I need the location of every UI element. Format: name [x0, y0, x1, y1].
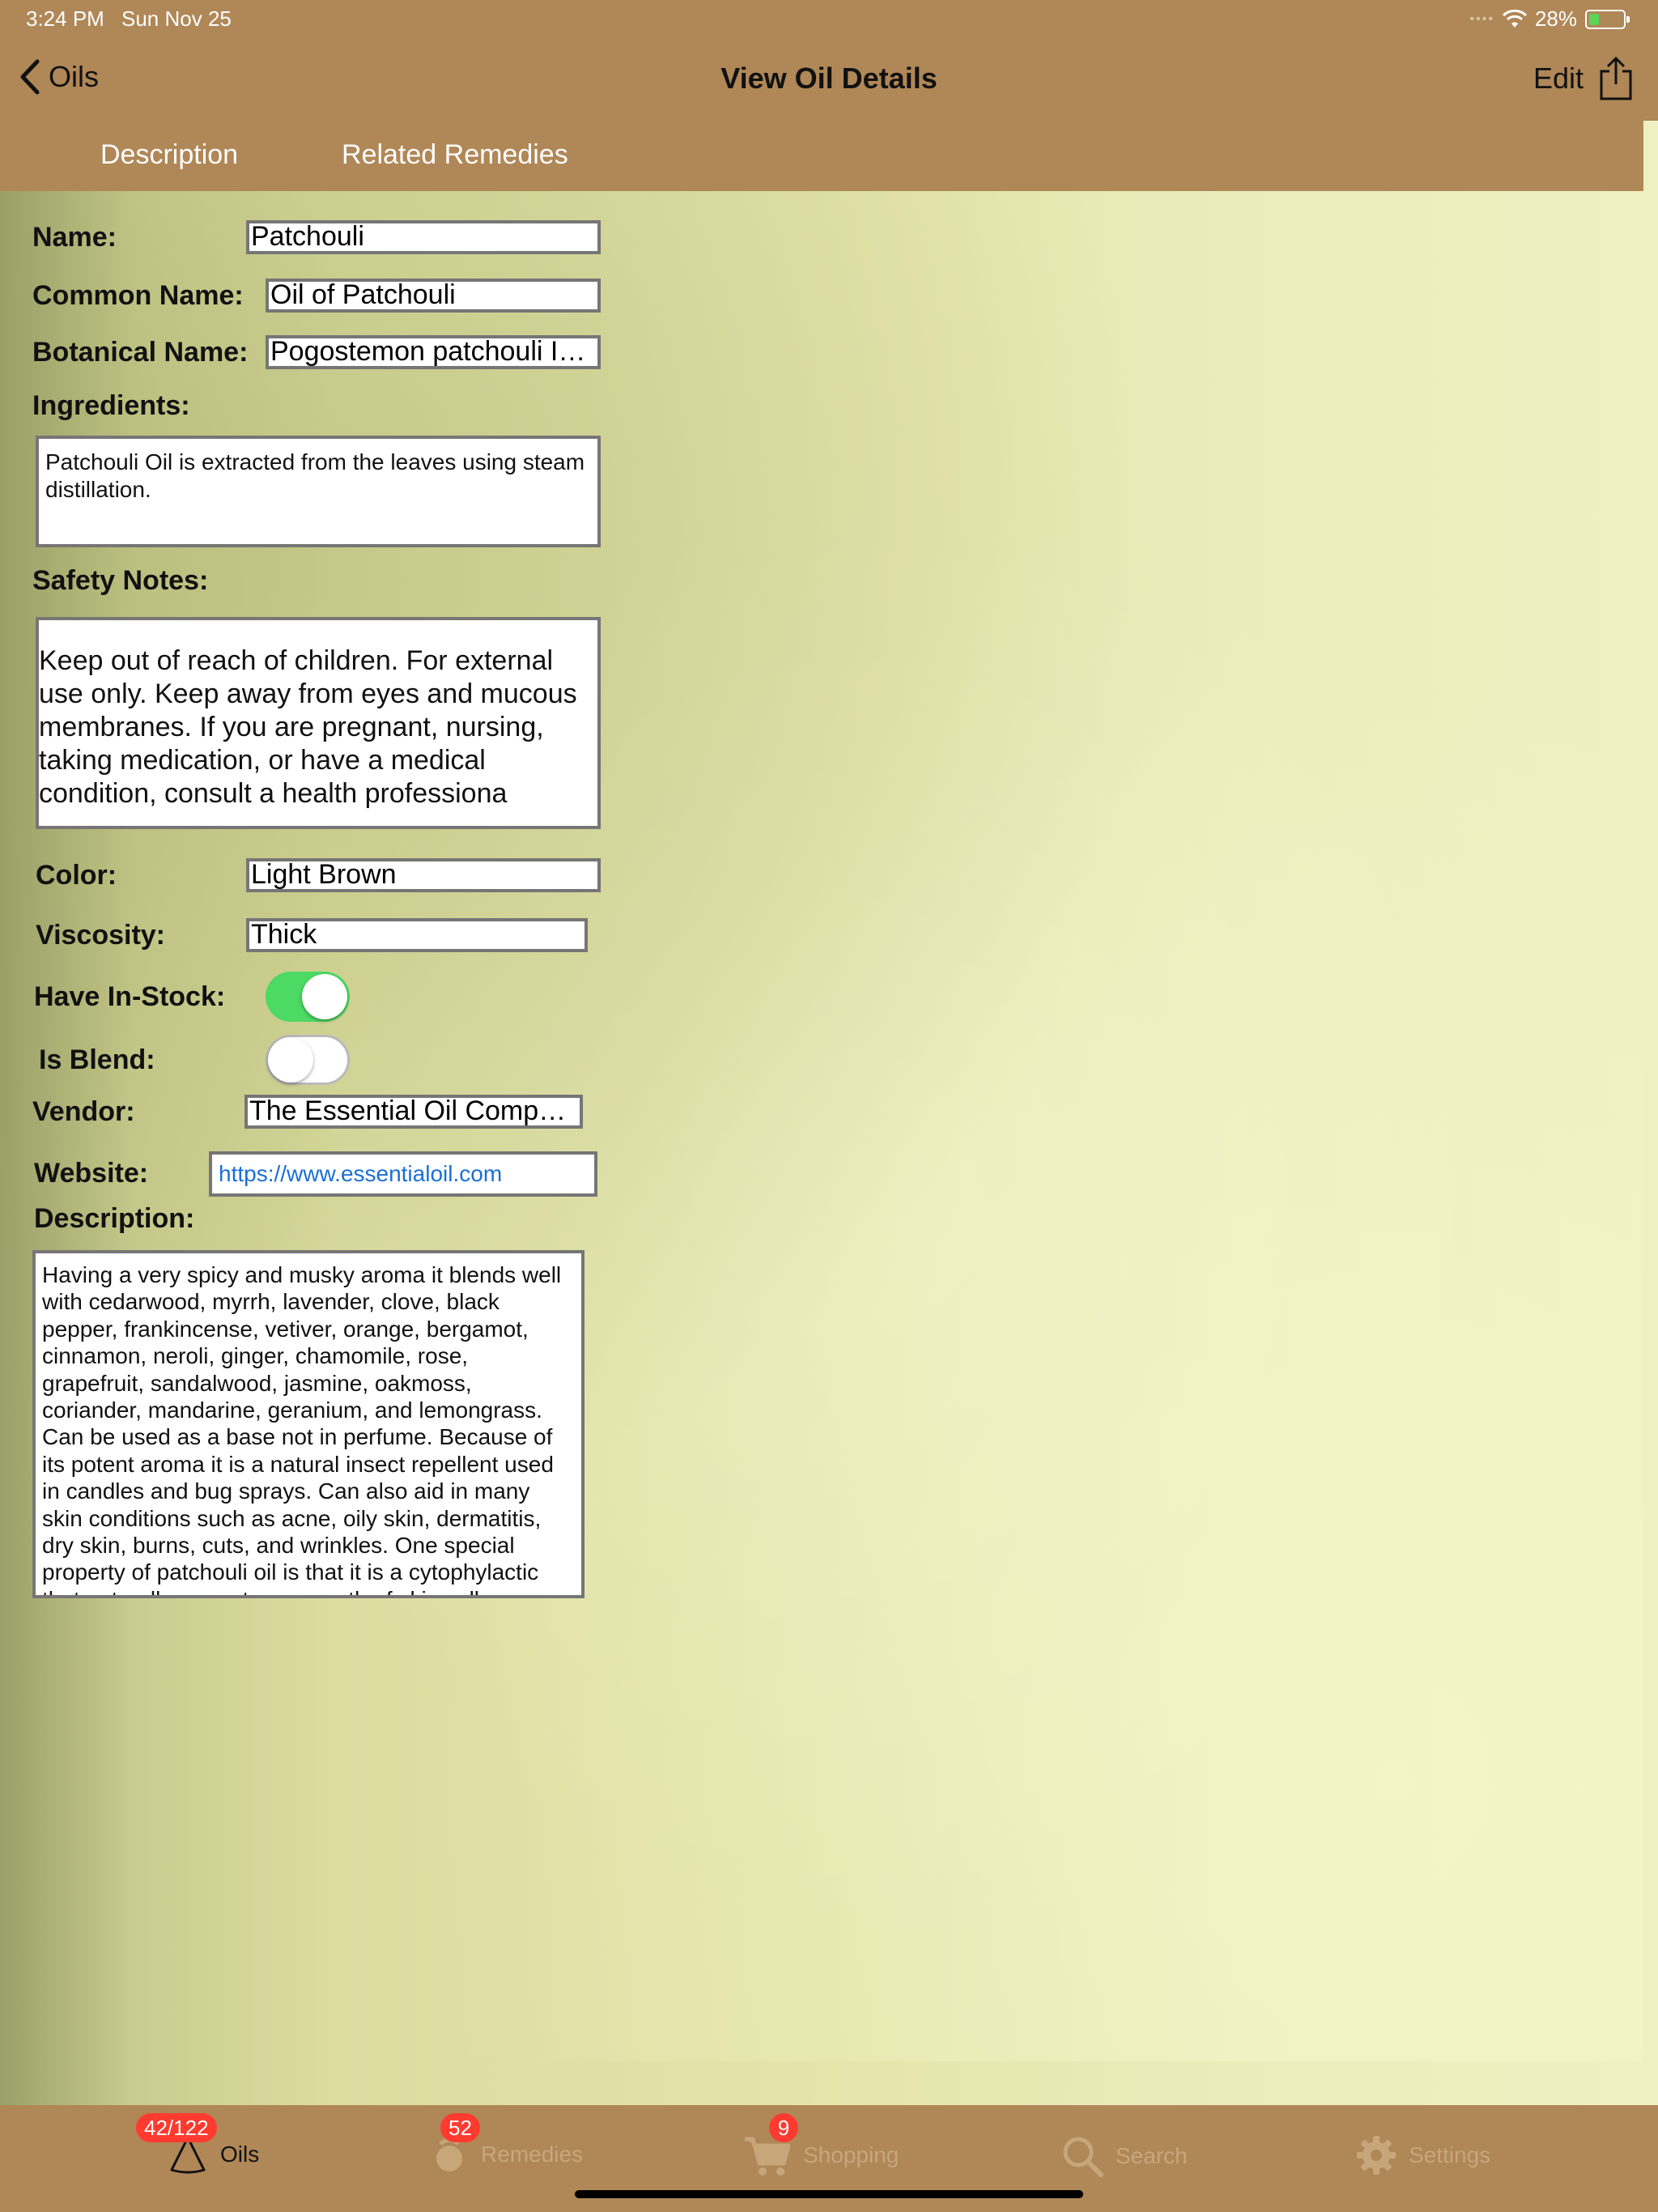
is-blend-toggle[interactable] — [266, 1035, 350, 1085]
tabbar-item-shopping[interactable]: Shopping — [743, 2134, 899, 2176]
ingredients-label: Ingredients: — [32, 390, 190, 421]
ingredients-textarea[interactable]: Patchouli Oil is extracted from the leav… — [36, 436, 601, 547]
description-label: Description: — [34, 1203, 195, 1234]
safety-notes-label: Safety Notes: — [32, 565, 209, 596]
tab-related-remedies[interactable]: Related Remedies — [342, 139, 568, 171]
tabbar-label: Settings — [1409, 2142, 1491, 2167]
viscosity-field[interactable]: Thick — [246, 918, 588, 952]
status-date: Sun Nov 25 — [121, 6, 232, 31]
botanical-name-field[interactable]: Pogostemon patchouli In... — [266, 335, 601, 369]
website-field[interactable]: https://www.essentialoil.com — [209, 1151, 597, 1197]
status-time: 3:24 PM — [26, 6, 104, 31]
wifi-icon — [1502, 9, 1527, 28]
toggle-knob — [268, 1037, 313, 1083]
description-textarea[interactable]: Having a very spicy and musky aroma it b… — [32, 1250, 585, 1598]
shopping-badge: 9 — [769, 2113, 798, 2142]
tabbar-label: Remedies — [481, 2142, 584, 2167]
name-label: Name: — [32, 222, 117, 253]
page-title: View Oil Details — [721, 62, 937, 95]
botanical-name-label: Botanical Name: — [32, 337, 249, 368]
signal-dots-icon: •••• — [1469, 11, 1494, 26]
vendor-field[interactable]: The Essential Oil Company — [244, 1095, 583, 1129]
viscosity-label: Viscosity: — [36, 920, 166, 951]
color-label: Color: — [36, 860, 117, 891]
tabbar-label: Shopping — [803, 2142, 899, 2167]
safety-notes-textarea[interactable]: Keep out of reach of children. For exter… — [36, 617, 601, 829]
remedies-badge: 52 — [440, 2113, 480, 2142]
status-right: •••• 28% — [1469, 6, 1630, 32]
tabbar-item-search[interactable]: Search — [1061, 2134, 1188, 2178]
tabbar-label: Search — [1116, 2143, 1188, 2168]
battery-icon — [1585, 9, 1630, 29]
vendor-label: Vendor: — [32, 1096, 135, 1127]
navigation-bar: Oils View Oil Details Edit — [0, 39, 1658, 121]
website-label: Website: — [34, 1158, 149, 1189]
edit-button[interactable]: Edit — [1533, 62, 1584, 96]
oils-badge: 42/122 — [136, 2113, 217, 2142]
tabbar-item-settings[interactable]: Settings — [1355, 2134, 1490, 2176]
home-indicator — [575, 2190, 1083, 2198]
is-blend-label: Is Blend: — [39, 1044, 155, 1075]
name-field[interactable]: Patchouli — [246, 220, 601, 254]
toggle-knob — [302, 974, 347, 1019]
in-stock-label: Have In-Stock: — [34, 981, 226, 1012]
common-name-label: Common Name: — [32, 280, 244, 311]
website-link[interactable]: https://www.essentialoil.com — [219, 1161, 502, 1186]
share-button[interactable] — [1598, 55, 1634, 104]
battery-percent: 28% — [1534, 6, 1577, 31]
status-bar: 3:24 PM Sun Nov 25 •••• 28% — [0, 0, 1658, 39]
share-icon — [1600, 56, 1632, 100]
in-stock-toggle[interactable] — [266, 972, 350, 1022]
tab-description[interactable]: Description — [100, 139, 238, 171]
segment-tabs: Description Related Remedies — [0, 120, 1643, 191]
color-field[interactable]: Light Brown — [246, 858, 601, 892]
common-name-field[interactable]: Oil of Patchouli — [266, 279, 601, 313]
gear-icon — [1357, 2136, 1396, 2175]
tabbar-label: Oils — [220, 2142, 260, 2167]
search-icon — [1063, 2137, 1103, 2177]
